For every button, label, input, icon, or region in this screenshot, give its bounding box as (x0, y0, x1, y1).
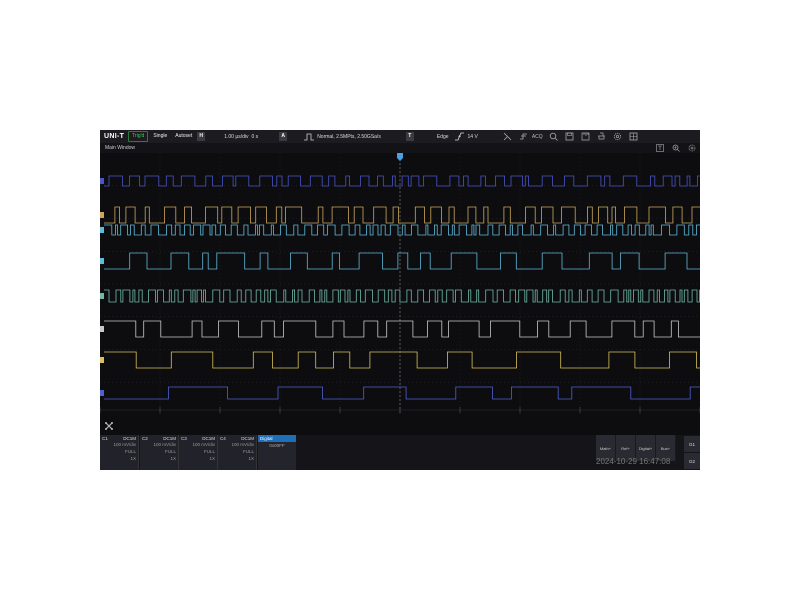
waveform-ch8 (104, 386, 700, 400)
print-icon[interactable] (597, 132, 607, 142)
bottom-status-bar: C1 DC1M 100 mV/div FULL 1X C2 DC1M 100 mV/… (100, 435, 700, 470)
gear-icon[interactable] (613, 132, 623, 142)
channel-name: C1 (102, 436, 108, 441)
waveform-ch1 (104, 175, 700, 187)
waveform-ch2 (104, 206, 700, 224)
channel-name: C4 (220, 436, 226, 441)
acq-button[interactable]: ACQ (532, 134, 543, 140)
channel-probe: 1X (248, 456, 254, 461)
channel-scale: 100 mV/div (113, 442, 136, 447)
channel-2-info[interactable]: C2 DC1M 100 mV/div FULL 1X (140, 435, 179, 470)
channel-marker-ch4 (100, 258, 104, 264)
horizontal-badge[interactable]: H (197, 132, 206, 141)
window-title: Main Window (105, 145, 136, 151)
rising-edge-icon (455, 132, 465, 142)
channel-probe: 1X (170, 456, 176, 461)
channel-scale: 100 mV/div (231, 442, 254, 447)
cursor-icon[interactable] (503, 132, 513, 142)
window-title-bar: Main Window (100, 143, 700, 153)
oscilloscope-screen: UNI-T Trig'd Single Autoset H 1.00 µs/di… (100, 130, 700, 470)
waveform-ch3 (104, 224, 700, 236)
autoset-button[interactable]: Autoset (172, 132, 195, 141)
top-toolbar: UNI-T Trig'd Single Autoset H 1.00 µs/di… (100, 130, 700, 143)
digital-label: Digital (258, 435, 296, 442)
trigger-position-marker (397, 153, 403, 161)
zoom-icon[interactable] (671, 143, 681, 153)
channel-1-info[interactable]: C1 DC1M 100 mV/div FULL 1X (100, 435, 139, 470)
channel-name: C2 (142, 436, 148, 441)
channel-bandwidth: FULL (203, 449, 215, 454)
channel-scale: 100 mV/div (153, 442, 176, 447)
save-icon[interactable] (565, 132, 575, 142)
channel-marker-ch3 (100, 227, 104, 233)
digital-value: 0x00FF (269, 443, 285, 448)
channel-marker-ch1 (100, 178, 104, 184)
waveform-area (100, 153, 700, 415)
search-icon[interactable] (549, 132, 559, 142)
clear-row (100, 418, 700, 434)
ruler-icon[interactable] (581, 132, 591, 142)
single-button[interactable]: Single (150, 132, 170, 141)
channel-scale: 100 mV/div (192, 442, 215, 447)
date-time: 2024-10-29 16:47:08 (596, 457, 671, 466)
timebase-value[interactable]: 1.00 µs/div (224, 134, 248, 140)
channel-probe: 1X (130, 456, 136, 461)
channel-bandwidth: FULL (242, 449, 254, 454)
trigger-badge[interactable]: T (405, 132, 414, 141)
window-settings-icon[interactable] (687, 143, 697, 153)
channel-bandwidth: FULL (124, 449, 136, 454)
acquisition-mode[interactable]: Normal, 2.5MPts, 2.50GSa/s (317, 134, 381, 140)
channel-3-info[interactable]: C3 DC1M 100 mV/div FULL 1X (179, 435, 218, 470)
channel-marker-ch6 (100, 326, 104, 332)
trigger-level[interactable]: 14 V (468, 134, 478, 140)
trigger-status-button[interactable]: Trig'd (128, 131, 149, 142)
waveform-ch5 (104, 289, 700, 303)
text-annotation-icon[interactable] (655, 143, 665, 153)
waveform-ch6 (104, 320, 700, 338)
channel-marker-ch8 (100, 390, 104, 396)
measure-icon[interactable] (519, 132, 529, 142)
channel-name: C3 (181, 436, 187, 441)
g1-button[interactable]: G1 (684, 436, 700, 452)
channel-marker-ch5 (100, 293, 104, 299)
trigger-type[interactable]: Edge (437, 134, 449, 140)
waveform-ch4 (104, 252, 700, 270)
pulse-icon (304, 132, 315, 142)
layout-icon[interactable] (629, 132, 639, 142)
digital-info[interactable]: Digital 0x00FF (258, 435, 296, 470)
acquire-badge[interactable]: A (279, 132, 288, 141)
channel-bandwidth: FULL (164, 449, 176, 454)
waveform-ch7 (104, 351, 700, 369)
channel-marker-ch2 (100, 212, 104, 218)
channel-probe: 1X (209, 456, 215, 461)
horizontal-offset[interactable]: 0 s (252, 134, 259, 140)
g2-button[interactable]: G2 (684, 453, 700, 469)
channel-marker-ch7 (100, 357, 104, 363)
channel-4-info[interactable]: C4 DC1M 100 mV/div FULL 1X (218, 435, 257, 470)
brand-logo: UNI-T (104, 133, 125, 140)
clear-icon[interactable] (104, 421, 114, 433)
